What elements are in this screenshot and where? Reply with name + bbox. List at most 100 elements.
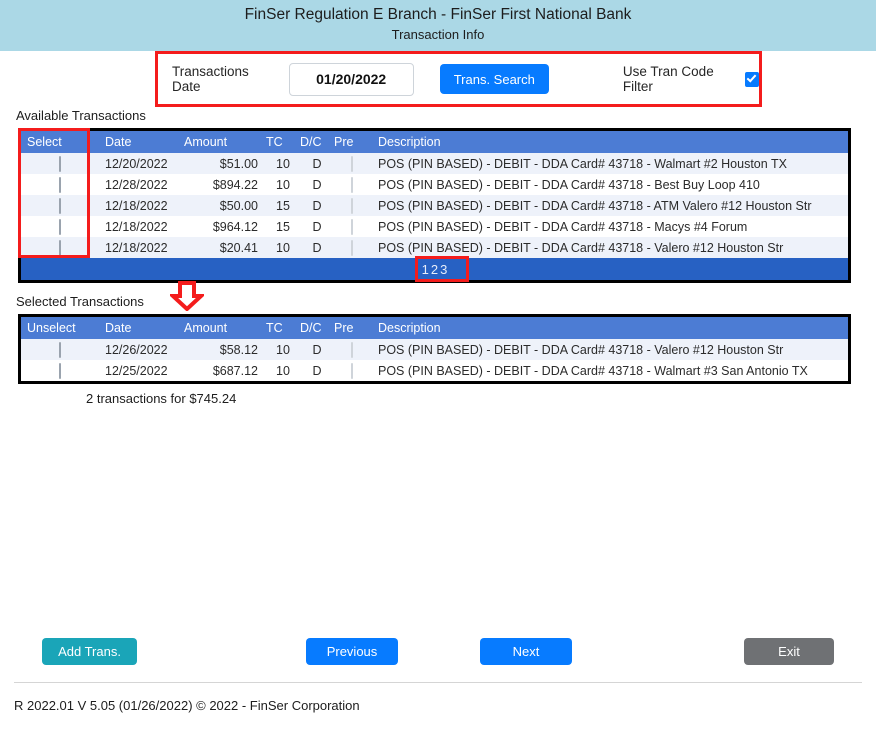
page-title: FinSer Regulation E Branch - FinSer Firs… <box>244 6 632 23</box>
table-header-row: Select Date Amount TC D/C Pre Descriptio… <box>21 131 848 153</box>
row-date: 12/18/2022 <box>99 216 180 237</box>
row-select-checkbox[interactable] <box>59 155 61 172</box>
trans-search-button[interactable]: Trans. Search <box>439 64 549 94</box>
previous-button[interactable]: Previous <box>306 638 398 665</box>
row-description: POS (PIN BASED) - DEBIT - DDA Card# 4371… <box>370 174 848 195</box>
next-button[interactable]: Next <box>480 638 572 665</box>
row-amount: $964.12 <box>180 216 266 237</box>
column-header-tc: TC <box>266 131 300 153</box>
row-select-checkbox[interactable] <box>59 341 61 358</box>
row-dc: D <box>300 174 334 195</box>
row-description: POS (PIN BASED) - DEBIT - DDA Card# 4371… <box>370 216 848 237</box>
row-select-cell[interactable] <box>21 174 99 195</box>
column-header-description: Description <box>370 317 848 339</box>
row-select-checkbox[interactable] <box>59 197 61 214</box>
table-row[interactable]: 12/18/2022 $50.00 15 D POS (PIN BASED) - DEB… <box>21 195 848 216</box>
page-link-3[interactable]: 3 <box>439 262 448 277</box>
column-header-select: Select <box>21 131 99 153</box>
column-header-amount: Amount <box>180 131 266 153</box>
row-dc: D <box>300 237 334 258</box>
page-link-1[interactable]: 1 <box>421 262 430 277</box>
table-row[interactable]: 12/26/2022 $58.12 10 D POS (PIN BASED) - DEB… <box>21 339 848 360</box>
column-header-description: Description <box>370 131 848 153</box>
row-select-cell[interactable] <box>21 216 99 237</box>
use-tran-code-filter-checkbox[interactable] <box>744 71 759 87</box>
table-row[interactable]: 12/25/2022 $687.12 10 D POS (PIN BASED) - DE… <box>21 360 848 381</box>
row-pre-checkbox <box>351 176 353 193</box>
row-date: 12/28/2022 <box>99 174 180 195</box>
column-header-dc: D/C <box>300 131 334 153</box>
row-tc: 15 <box>266 216 300 237</box>
row-pre-checkbox <box>351 155 353 172</box>
row-dc: D <box>300 195 334 216</box>
row-amount: $50.00 <box>180 195 266 216</box>
row-date: 12/18/2022 <box>99 195 180 216</box>
row-pre-cell <box>334 360 370 381</box>
row-pre-cell <box>334 153 370 174</box>
footer-divider <box>14 682 862 683</box>
row-description: POS (PIN BASED) - DEBIT - DDA Card# 4371… <box>370 339 848 360</box>
row-description: POS (PIN BASED) - DEBIT - DDA Card# 4371… <box>370 195 848 216</box>
row-select-checkbox[interactable] <box>59 239 61 256</box>
table-header-row: Unselect Date Amount TC D/C Pre Descript… <box>21 317 848 339</box>
row-amount: $51.00 <box>180 153 266 174</box>
row-tc: 10 <box>266 174 300 195</box>
row-date: 12/25/2022 <box>99 360 180 381</box>
row-pre-cell <box>334 216 370 237</box>
use-tran-code-filter-label: Use Tran Code Filter <box>622 64 714 94</box>
row-tc: 10 <box>266 360 300 381</box>
row-amount: $20.41 <box>180 237 266 258</box>
row-select-checkbox[interactable] <box>59 218 61 235</box>
row-dc: D <box>300 360 334 381</box>
row-select-cell[interactable] <box>21 195 99 216</box>
row-select-checkbox[interactable] <box>59 176 61 193</box>
column-header-dc: D/C <box>300 317 334 339</box>
page-link-2[interactable]: 2 <box>430 262 439 277</box>
table-row[interactable]: 12/20/2022 $51.00 10 D POS (PIN BASED) - DEB… <box>21 153 848 174</box>
column-header-date: Date <box>99 131 180 153</box>
transactions-date-input[interactable] <box>288 62 414 96</box>
annotation-arrow-down-icon <box>170 281 204 311</box>
row-pre-cell <box>334 195 370 216</box>
selected-transactions-grid: Unselect Date Amount TC D/C Pre Descript… <box>18 314 851 384</box>
footer-copyright: R 2022.01 V 5.05 (01/26/2022) © 2022 - F… <box>14 698 360 713</box>
column-header-pre: Pre <box>334 131 370 153</box>
table-row[interactable]: 12/18/2022 $964.12 15 D POS (PIN BASED) - DE… <box>21 216 848 237</box>
available-transactions-caption: Available Transactions <box>16 108 146 123</box>
column-header-pre: Pre <box>334 317 370 339</box>
row-tc: 15 <box>266 195 300 216</box>
row-date: 12/26/2022 <box>99 339 180 360</box>
row-dc: D <box>300 153 334 174</box>
row-select-cell[interactable] <box>21 339 99 360</box>
use-tran-code-filter[interactable]: Use Tran Code Filter <box>623 64 759 94</box>
row-select-cell[interactable] <box>21 360 99 381</box>
transactions-date-label: Transactions Date <box>172 64 249 94</box>
row-pre-cell <box>334 237 370 258</box>
table-row[interactable]: 12/28/2022 $894.22 10 D POS (PIN BASED) - DE… <box>21 174 848 195</box>
add-trans-button[interactable]: Add Trans. <box>42 638 137 665</box>
available-pagination: 1 2 3 <box>21 258 848 280</box>
exit-button[interactable]: Exit <box>744 638 834 665</box>
row-description: POS (PIN BASED) - DEBIT - DDA Card# 4371… <box>370 360 848 381</box>
row-select-checkbox[interactable] <box>59 362 61 379</box>
table-row[interactable]: 12/18/2022 $20.41 10 D POS (PIN BASED) - DEB… <box>21 237 848 258</box>
column-header-date: Date <box>99 317 180 339</box>
row-select-cell[interactable] <box>21 237 99 258</box>
row-pre-checkbox <box>351 341 353 358</box>
row-pre-checkbox <box>351 218 353 235</box>
row-date: 12/20/2022 <box>99 153 180 174</box>
row-select-cell[interactable] <box>21 153 99 174</box>
row-tc: 10 <box>266 237 300 258</box>
row-pre-checkbox <box>351 197 353 214</box>
row-tc: 10 <box>266 153 300 174</box>
row-pre-checkbox <box>351 239 353 256</box>
column-header-amount: Amount <box>180 317 266 339</box>
row-description: POS (PIN BASED) - DEBIT - DDA Card# 4371… <box>370 153 848 174</box>
column-header-unselect: Unselect <box>21 317 99 339</box>
available-transactions-grid: Select Date Amount TC D/C Pre Descriptio… <box>18 128 851 283</box>
row-dc: D <box>300 216 334 237</box>
row-date: 12/18/2022 <box>99 237 180 258</box>
row-dc: D <box>300 339 334 360</box>
row-tc: 10 <box>266 339 300 360</box>
transaction-search-panel: Transactions Date Trans. Search Use Tran… <box>155 51 762 107</box>
